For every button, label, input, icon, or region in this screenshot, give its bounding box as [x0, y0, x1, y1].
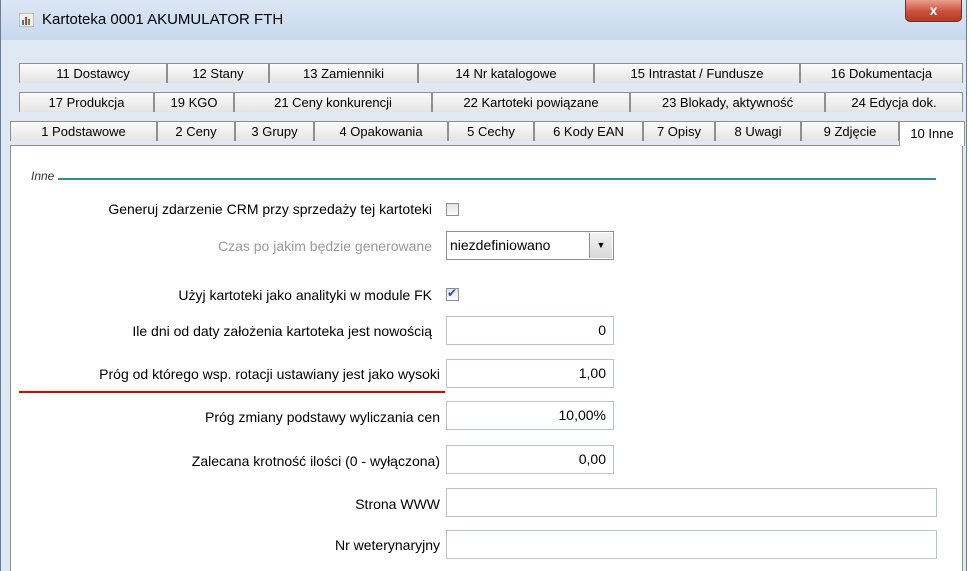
highlight-underline [19, 391, 445, 393]
tab-inne[interactable]: 10 Inne [899, 121, 965, 146]
prog-rotacji-label: Próg od którego wsp. rotacji ustawiany j… [99, 366, 440, 382]
krotnosc-label: Zalecana krotność ilości (0 - wyłączona) [191, 453, 440, 469]
fk-label: Użyj kartoteki jako analityki w module F… [178, 287, 432, 303]
tab-ceny-konkurencji[interactable]: 21 Ceny konkurencji [234, 92, 432, 112]
tab-opakowania[interactable]: 4 Opakowania [314, 121, 448, 141]
krotnosc-field[interactable]: 0,00 [446, 445, 614, 474]
tab-zamienniki[interactable]: 13 Zamienniki [269, 63, 418, 83]
czas-label: Czas po jakim będzie generowane [217, 238, 432, 254]
tab-produkcja[interactable]: 17 Produkcja [19, 92, 154, 112]
fk-checkbox[interactable] [446, 286, 459, 301]
tab-dokumentacja[interactable]: 16 Dokumentacja [800, 63, 963, 83]
tab-kartoteki-powiazane[interactable]: 22 Kartoteki powiązane [432, 92, 630, 112]
tab-opisy[interactable]: 7 Opisy [643, 121, 715, 141]
czas-select[interactable]: niezdefiniowano ▼ [446, 231, 614, 260]
window-title: Kartoteka 0001 AKUMULATOR FTH [42, 11, 284, 28]
crm-checkbox[interactable] [446, 203, 459, 216]
prog-rotacji-field[interactable]: 1,00 [446, 359, 614, 388]
tab-stany[interactable]: 12 Stany [167, 63, 269, 83]
tab-kgo[interactable]: 19 KGO [154, 92, 234, 112]
group-label: Inne [31, 169, 55, 183]
tab-edycja-dok[interactable]: 24 Edycja dok. [825, 92, 963, 112]
tab-nr-katalogowe[interactable]: 14 Nr katalogowe [418, 63, 594, 83]
chevron-down-icon[interactable]: ▼ [589, 233, 612, 258]
www-field[interactable] [446, 488, 937, 517]
chart-icon [19, 13, 34, 27]
tab-cechy[interactable]: 5 Cechy [448, 121, 534, 141]
tab-blokady[interactable]: 23 Blokady, aktywność [630, 92, 825, 112]
czas-select-value: niezdefiniowano [450, 237, 551, 253]
tab-kody-ean[interactable]: 6 Kody EAN [534, 121, 643, 141]
crm-label: Generuj zdarzenie CRM przy sprzedaży tej… [108, 201, 432, 217]
title-bar[interactable]: Kartoteka 0001 AKUMULATOR FTH x [1, 0, 966, 40]
weterynaryjny-field[interactable] [446, 530, 937, 559]
group-divider [58, 178, 936, 180]
tab-uwagi[interactable]: 8 Uwagi [715, 121, 801, 141]
tab-intrastat[interactable]: 15 Intrastat / Fundusze [594, 63, 800, 83]
close-button[interactable]: x [905, 0, 962, 22]
ile-dni-label: Ile dni od daty założenia kartoteka jest… [132, 323, 432, 339]
prog-zmiany-label: Próg zmiany podstawy wyliczania cen [205, 409, 440, 425]
tab-zdjecie[interactable]: 9 Zdjęcie [801, 121, 899, 141]
tab-podstawowe[interactable]: 1 Podstawowe [10, 121, 157, 141]
tab-grupy[interactable]: 3 Grupy [235, 121, 314, 141]
ile-dni-field[interactable]: 0 [446, 316, 614, 345]
prog-zmiany-field[interactable]: 10,00% [446, 401, 614, 430]
tab-dostawcy[interactable]: 11 Dostawcy [19, 63, 167, 83]
weterynaryjny-label: Nr weterynaryjny [334, 537, 440, 553]
tab-ceny[interactable]: 2 Ceny [157, 121, 235, 141]
www-label: Strona WWW [355, 496, 440, 512]
